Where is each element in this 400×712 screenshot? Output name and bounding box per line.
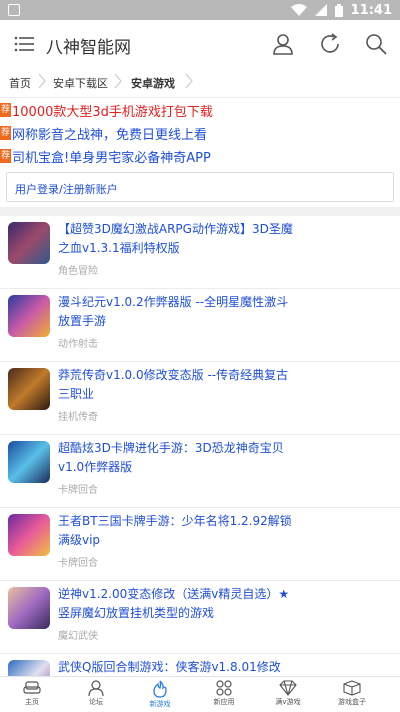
ad-link[interactable]: 荐 司机宝盒!单身男宅家必备神奇APP <box>0 145 400 167</box>
status-bar: 11:41 <box>0 0 400 20</box>
user-icon[interactable] <box>271 32 295 56</box>
list-item[interactable]: 王者BT三国卡牌手游：少年名将1.2.92解锁满级vip 卡牌回合 <box>0 508 400 581</box>
nav-full-v-games[interactable]: 满v游戏 <box>256 677 320 712</box>
nav-forum[interactable]: 论坛 <box>64 677 128 712</box>
game-title: 漫斗纪元v1.0.2作弊器版 --全明星魔性激斗放置手游 <box>58 295 289 328</box>
game-category: 卡牌回合 <box>58 485 98 496</box>
menu-icon[interactable] <box>14 34 34 54</box>
breadcrumb-android-games[interactable]: 安卓游戏 <box>131 75 175 91</box>
chevron-right-icon <box>38 73 46 89</box>
ad-link[interactable]: 荐 10000款大型3d手机游戏打包下载 <box>0 99 400 121</box>
breadcrumb-home[interactable]: 首页 <box>9 75 31 91</box>
ad-text: 司机宝盒!单身男宅家必备神奇APP <box>12 150 211 166</box>
game-title: 莽荒传奇v1.0.0修改变态版 --传奇经典复古三职业 <box>58 368 289 401</box>
game-title: 逆神v1.2.00变态修改（送满v精灵自选）★竖屏魔幻放置挂机类型的游戏 <box>58 587 290 620</box>
game-category: 挂机传奇 <box>58 412 98 423</box>
nav-home[interactable]: 主页 <box>0 677 64 712</box>
login-register-link[interactable]: 用户登录/注册新账户 <box>6 172 394 202</box>
chevron-right-icon <box>114 73 122 89</box>
game-thumbnail <box>8 295 50 337</box>
nav-new-apps[interactable]: 新应用 <box>192 677 256 712</box>
game-category: 角色冒险 <box>58 266 98 277</box>
app-header: 八神智能网 <box>0 20 400 68</box>
game-thumbnail <box>8 368 50 410</box>
ad-tag: 荐 <box>0 103 11 117</box>
game-category: 动作射击 <box>58 339 98 350</box>
ad-text: 网称影音之战神，免费日更线上看 <box>12 127 208 143</box>
list-item[interactable]: 武侠Q版回合制游戏：侠客游v1.8.01修改BT <box>0 654 400 676</box>
game-title: 武侠Q版回合制游戏：侠客游v1.8.01修改BT <box>58 660 281 674</box>
game-category: 卡牌回合 <box>58 558 98 569</box>
game-list: 【超赞3D魔幻激战ARPG动作游戏】3D圣魔之血v1.3.1福利特权版 角色冒险… <box>0 216 400 676</box>
ad-link[interactable]: 荐 网称影音之战神，免费日更线上看 <box>0 122 400 144</box>
list-item[interactable]: 【超赞3D魔幻激战ARPG动作游戏】3D圣魔之血v1.3.1福利特权版 角色冒险 <box>0 216 400 289</box>
nav-game-box[interactable]: 游戏盒子 <box>320 677 384 712</box>
game-title: 【超赞3D魔幻激战ARPG动作游戏】3D圣魔之血v1.3.1福利特权版 <box>58 222 293 255</box>
ad-text: 10000款大型3d手机游戏打包下载 <box>12 104 213 120</box>
breadcrumb: 首页 安卓下载区 安卓游戏 <box>0 68 400 96</box>
sofa-icon <box>23 681 41 694</box>
status-time: 11:41 <box>350 2 392 18</box>
list-item[interactable]: 漫斗纪元v1.0.2作弊器版 --全明星魔性激斗放置手游 动作射击 <box>0 289 400 362</box>
game-thumbnail <box>8 441 50 483</box>
chevron-right-icon <box>185 73 193 89</box>
signal-icon <box>314 4 327 16</box>
nav-label: 新应用 <box>213 698 235 706</box>
box-icon <box>343 680 361 696</box>
notification-icon <box>8 4 20 16</box>
person-icon <box>88 680 104 696</box>
list-item[interactable]: 超酷炫3D卡牌进化手游：3D恐龙神奇宝贝v1.0作弊器版 卡牌回合 <box>0 435 400 508</box>
ad-tag: 荐 <box>0 149 11 163</box>
breadcrumb-android-download[interactable]: 安卓下载区 <box>53 75 108 91</box>
nav-label: 论坛 <box>89 698 103 706</box>
bottom-nav: 主页 论坛 新游戏 新应用 满v游戏 游戏盒子 <box>0 676 400 711</box>
section-divider <box>0 207 400 216</box>
game-category: 魔幻武侠 <box>58 631 98 642</box>
list-item[interactable]: 莽荒传奇v1.0.0修改变态版 --传奇经典复古三职业 挂机传奇 <box>0 362 400 435</box>
nav-label: 游戏盒子 <box>338 698 366 706</box>
ad-tag: 荐 <box>0 126 11 140</box>
wifi-icon <box>290 4 307 16</box>
nav-label: 主页 <box>25 698 39 706</box>
flame-icon <box>153 680 167 698</box>
battery-icon <box>334 3 343 17</box>
apps-grid-icon <box>216 680 232 696</box>
search-icon[interactable] <box>364 32 388 56</box>
diamond-icon <box>279 680 297 696</box>
game-thumbnail <box>8 514 50 556</box>
game-title: 王者BT三国卡牌手游：少年名将1.2.92解锁满级vip <box>58 514 292 547</box>
nav-label: 新游戏 <box>149 700 171 708</box>
game-thumbnail <box>8 222 50 264</box>
game-title: 超酷炫3D卡牌进化手游：3D恐龙神奇宝贝v1.0作弊器版 <box>58 441 284 474</box>
site-title: 八神智能网 <box>46 38 131 58</box>
list-item[interactable]: 逆神v1.2.00变态修改（送满v精灵自选）★竖屏魔幻放置挂机类型的游戏 魔幻武… <box>0 581 400 654</box>
nav-label: 满v游戏 <box>275 698 301 706</box>
game-thumbnail <box>8 587 50 629</box>
refresh-icon[interactable] <box>318 32 342 56</box>
nav-new-games[interactable]: 新游戏 <box>128 677 192 712</box>
game-thumbnail <box>8 660 50 676</box>
